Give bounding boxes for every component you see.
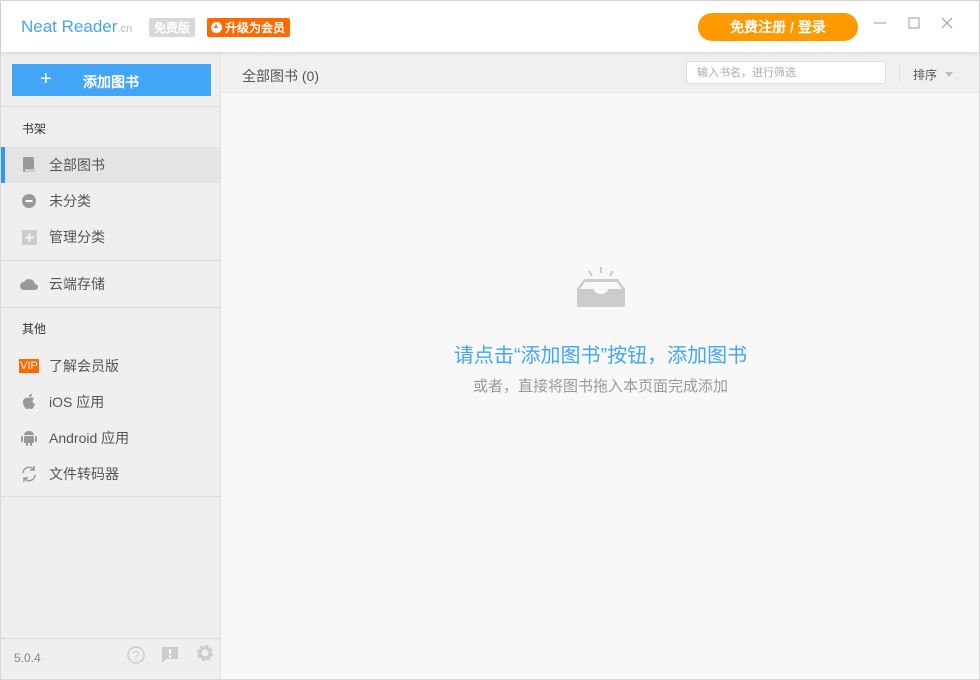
caret-down-icon: [945, 72, 954, 77]
bookshelf-heading: 书架: [22, 122, 47, 136]
sidebar-item-label: 文件转码器: [49, 466, 119, 482]
sidebar-item-vip[interactable]: VIP 了解会员版: [1, 348, 220, 384]
sidebar-item-label: 未分类: [49, 193, 91, 209]
sort-dropdown[interactable]: 排序: [913, 66, 954, 83]
gear-icon: [197, 645, 213, 661]
apple-icon: [19, 392, 39, 412]
maximize-icon: [908, 17, 920, 29]
sidebar-item-label: 了解会员版: [49, 358, 119, 374]
close-icon: [941, 17, 953, 29]
divider: [899, 65, 900, 81]
minimize-button[interactable]: [870, 15, 890, 35]
vip-icon: VIP: [19, 356, 39, 376]
sidebar-item-label: 全部图书: [49, 157, 105, 173]
add-book-button[interactable]: + 添加图书: [12, 64, 211, 96]
title-bar: Neat Reader.cn 免费版 升级为会员 免费注册 / 登录: [1, 1, 979, 52]
upgrade-button[interactable]: 升级为会员: [207, 18, 291, 37]
help-icon: ?: [127, 646, 145, 664]
app-name: Neat Reader: [21, 17, 118, 36]
plus-square-icon: [19, 227, 39, 247]
refresh-icon: [19, 464, 39, 484]
sidebar: + 添加图书 书架 全部图书 未分类 管理分类 云端存储 其他 VIP 了解会员版…: [1, 52, 221, 679]
divider: [1, 638, 220, 639]
settings-button[interactable]: [196, 644, 214, 667]
add-book-label: 添加图书: [83, 74, 139, 90]
sidebar-item-android[interactable]: Android 应用: [1, 420, 220, 456]
maximize-button[interactable]: [904, 15, 924, 35]
divider: [1, 260, 220, 261]
divider: [1, 106, 220, 107]
upgrade-label: 升级为会员: [225, 21, 286, 35]
sidebar-item-uncategorized[interactable]: 未分类: [1, 183, 220, 219]
close-button[interactable]: [937, 15, 957, 35]
app-suffix: .cn: [117, 23, 133, 35]
minimize-icon: [874, 22, 886, 24]
main-header: 全部图书 (0) 排序: [222, 52, 979, 93]
sidebar-item-converter[interactable]: 文件转码器: [1, 456, 220, 492]
sort-label: 排序: [913, 68, 938, 82]
sidebar-item-label: iOS 应用: [49, 394, 105, 410]
feedback-icon: [162, 647, 178, 663]
free-version-badge: 免费版: [149, 18, 196, 37]
cloud-icon: [19, 274, 39, 294]
sidebar-item-label: Android 应用: [49, 430, 130, 446]
sidebar-item-ios[interactable]: iOS 应用: [1, 384, 220, 420]
page-title: 全部图书 (0): [242, 68, 319, 84]
empty-state-title: 请点击“添加图书”按钮，添加图书: [453, 345, 748, 367]
sidebar-item-all-books[interactable]: 全部图书: [1, 147, 220, 183]
feedback-button[interactable]: [161, 646, 179, 669]
login-button[interactable]: 免费注册 / 登录: [698, 13, 858, 41]
vip-badge: VIP: [19, 359, 39, 373]
book-icon: [19, 155, 39, 175]
plus-icon: +: [40, 68, 52, 90]
sidebar-item-cloud-storage[interactable]: 云端存储: [1, 266, 220, 302]
help-button[interactable]: ?: [127, 646, 145, 669]
other-heading: 其他: [22, 322, 47, 336]
sidebar-item-manage-categories[interactable]: 管理分类: [1, 219, 220, 255]
sidebar-item-label: 云端存储: [49, 276, 105, 292]
app-logo: Neat Reader.cn: [21, 17, 132, 37]
arrow-up-icon: [211, 22, 222, 33]
divider: [1, 307, 220, 308]
divider: [1, 496, 220, 497]
empty-inbox-icon: [577, 267, 625, 307]
sidebar-item-label: 管理分类: [49, 229, 105, 245]
empty-state-subtitle: 或者，直接将图书拖入本页面完成添加: [472, 378, 728, 395]
app-window: Neat Reader.cn 免费版 升级为会员 免费注册 / 登录 + 添加图书…: [0, 0, 980, 680]
search-input[interactable]: [686, 61, 886, 84]
svg-text:?: ?: [133, 649, 140, 663]
android-icon: [19, 428, 39, 448]
version-label: 5.0.4: [14, 651, 41, 665]
minus-circle-icon: [19, 191, 39, 211]
